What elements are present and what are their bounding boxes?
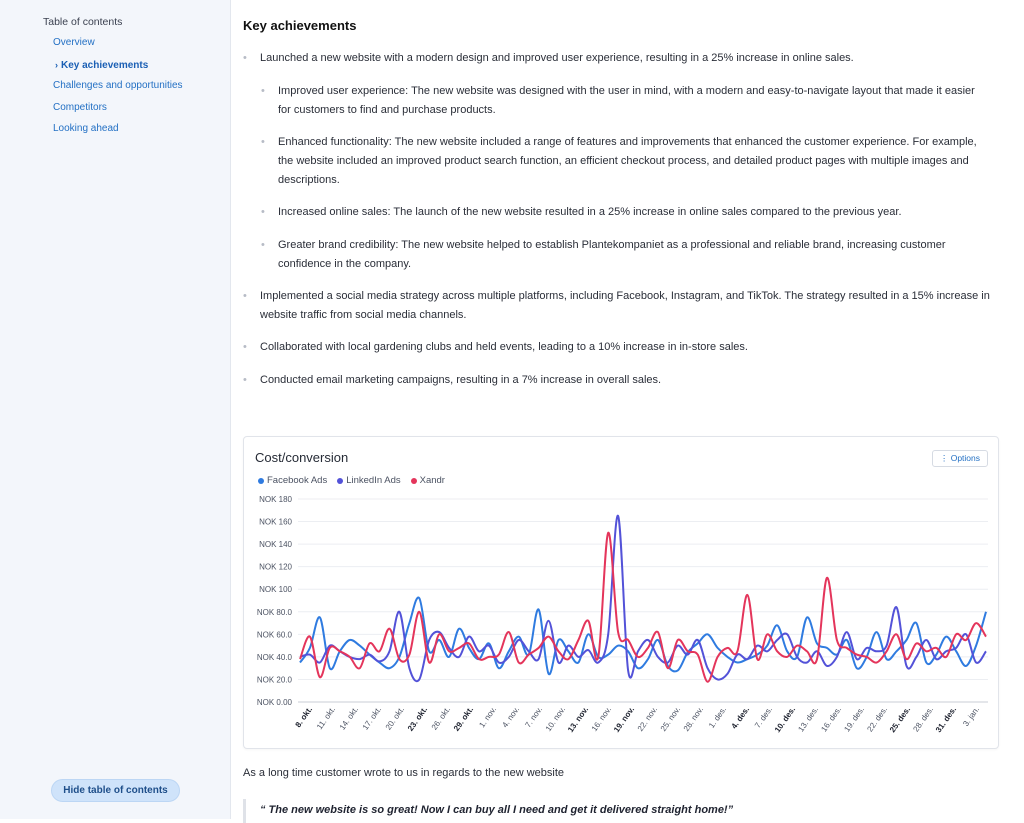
x-tick-label: 3. jan. bbox=[961, 705, 981, 728]
list-item: Increased online sales: The launch of th… bbox=[261, 203, 988, 222]
x-tick-label: 28. nov. bbox=[682, 705, 705, 733]
x-tick-label: 4. des. bbox=[729, 705, 751, 731]
list-item: Implemented a social media strategy acro… bbox=[243, 287, 1000, 325]
x-tick-label: 16. nov. bbox=[590, 705, 613, 733]
toc-item-competitors[interactable]: Competitors bbox=[53, 102, 183, 124]
list-item: Conducted email marketing campaigns, res… bbox=[243, 371, 1000, 390]
x-tick-label: 22. des. bbox=[865, 705, 889, 733]
legend-item-linkedin[interactable]: LinkedIn Ads bbox=[337, 475, 401, 486]
chart-title: Cost/conversion bbox=[255, 450, 349, 465]
x-tick-label: 25. des. bbox=[888, 705, 912, 734]
y-tick-label: NOK 80.0 bbox=[257, 608, 293, 617]
toc-item-label: Key achievements bbox=[61, 59, 149, 71]
chevron-right-icon: › bbox=[55, 59, 58, 70]
list-item: Greater brand credibility: The new websi… bbox=[261, 236, 988, 274]
toc-sidebar: Table of contents Overview › Key achievem… bbox=[0, 0, 231, 819]
x-tick-label: 28. des. bbox=[911, 705, 935, 733]
legend-item-facebook[interactable]: Facebook Ads bbox=[258, 475, 327, 486]
report-content: Key achievements Launched a new website … bbox=[243, 0, 1003, 823]
x-tick-label: 10. nov. bbox=[544, 705, 567, 733]
toc-list: Overview › Key achievements Challenges an… bbox=[53, 37, 183, 145]
x-tick-label: 13. des. bbox=[796, 705, 820, 733]
list-item: Enhanced functionality: The new website … bbox=[261, 133, 988, 190]
x-tick-label: 29. okt. bbox=[452, 705, 475, 733]
legend-item-xandr[interactable]: Xandr bbox=[410, 475, 445, 486]
x-tick-label: 14. okt. bbox=[338, 705, 360, 732]
toc-item-overview[interactable]: Overview bbox=[53, 37, 183, 59]
x-tick-label: 1. des. bbox=[707, 705, 728, 730]
x-tick-label: 19. nov. bbox=[612, 705, 636, 734]
legend-dot-icon bbox=[258, 477, 264, 484]
section-heading: Key achievements bbox=[243, 18, 357, 33]
legend-dot-icon bbox=[337, 477, 344, 484]
legend-label: Xandr bbox=[419, 475, 445, 486]
legend-label: LinkedIn Ads bbox=[346, 475, 401, 486]
chart-options-button[interactable]: ⋮ Options bbox=[931, 450, 988, 467]
chart-legend: Facebook Ads LinkedIn Ads Xandr bbox=[258, 475, 445, 486]
x-tick-label: 7. des. bbox=[753, 705, 774, 730]
y-tick-label: NOK 60.0 bbox=[257, 630, 293, 639]
y-tick-label: NOK 160 bbox=[259, 518, 292, 527]
x-tick-label: 20. okt. bbox=[384, 705, 406, 732]
series-line bbox=[299, 596, 987, 675]
x-tick-label: 11. okt. bbox=[315, 705, 337, 731]
y-tick-label: NOK 0.00 bbox=[257, 698, 293, 707]
y-tick-label: NOK 120 bbox=[259, 563, 292, 572]
chart-plot-area: NOK 0.00 NOK 20.0 NOK 40.0 NOK 60.0 NOK 80.0… bbox=[257, 495, 988, 734]
x-tick-label: 26. okt. bbox=[430, 705, 452, 732]
series-line bbox=[299, 531, 987, 683]
x-tick-label: 19. des. bbox=[842, 705, 866, 733]
list-item: Collaborated with local gardening clubs … bbox=[243, 338, 1000, 357]
toc-item-key-achievements[interactable]: › Key achievements bbox=[55, 59, 183, 81]
legend-dot-icon bbox=[410, 477, 417, 484]
toc-item-challenges[interactable]: Challenges and opportunities bbox=[53, 80, 183, 102]
legend-label: Facebook Ads bbox=[267, 475, 328, 486]
toc-item-looking-ahead[interactable]: Looking ahead bbox=[53, 123, 183, 145]
x-tick-label: 17. okt. bbox=[361, 705, 383, 732]
x-tick-label: 8. okt. bbox=[294, 705, 315, 729]
toc-title: Table of contents bbox=[43, 16, 123, 28]
y-tick-label: NOK 180 bbox=[259, 495, 292, 504]
y-tick-label: NOK 100 bbox=[259, 585, 292, 594]
customer-quote: “ The new website is so great! Now I can… bbox=[243, 799, 999, 823]
y-tick-label: NOK 40.0 bbox=[257, 653, 293, 662]
list-item: Launched a new website with a modern des… bbox=[243, 49, 1000, 68]
x-tick-label: 7. nov. bbox=[523, 705, 544, 729]
x-tick-label: 31. des. bbox=[934, 705, 958, 734]
y-tick-label: NOK 20.0 bbox=[257, 675, 293, 684]
hide-toc-button[interactable]: Hide table of contents bbox=[51, 779, 180, 802]
testimonial-intro: As a long time customer wrote to us in r… bbox=[243, 767, 564, 779]
cost-conversion-chart: Cost/conversion ⋮ Options Facebook Ads L… bbox=[243, 436, 999, 749]
x-tick-label: 4. nov. bbox=[500, 705, 521, 729]
x-tick-label: 1. nov. bbox=[477, 705, 498, 729]
x-tick-label: 10. des. bbox=[773, 705, 797, 734]
x-tick-label: 22. nov. bbox=[636, 705, 659, 733]
x-tick-label: 16. des. bbox=[819, 705, 843, 733]
x-tick-label: 25. nov. bbox=[659, 705, 682, 733]
x-tick-label: 13. nov. bbox=[566, 705, 590, 734]
x-tick-label: 23. okt. bbox=[406, 705, 429, 733]
list-item: Improved user experience: The new websit… bbox=[261, 82, 988, 120]
y-tick-label: NOK 140 bbox=[259, 540, 292, 549]
